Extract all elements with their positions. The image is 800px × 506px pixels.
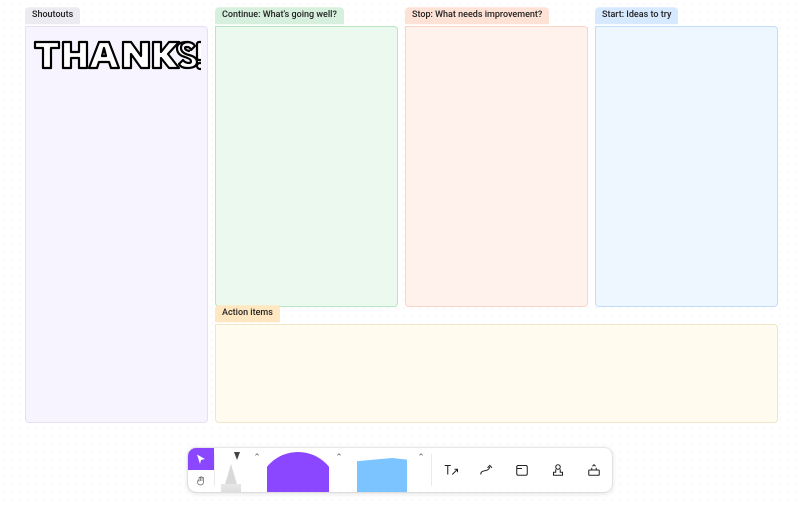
section-icon	[513, 461, 531, 479]
card-body-continue[interactable]	[215, 26, 398, 307]
card-tag-action[interactable]: Action items	[215, 305, 280, 322]
card-tag-stop[interactable]: Stop: What needs improvement?	[405, 7, 549, 24]
card-body-action[interactable]	[215, 324, 778, 423]
sticky-options-button[interactable]: ⌃	[411, 448, 431, 492]
card-body-shoutouts[interactable]	[25, 26, 208, 423]
chevron-up-icon: ⌃	[335, 454, 343, 463]
whiteboard-canvas[interactable]: Shoutouts Continue: What's going well? S…	[0, 0, 800, 506]
stamp-tool-button[interactable]	[540, 448, 576, 492]
hand-mode-button[interactable]	[188, 470, 214, 492]
mode-toggle	[188, 448, 214, 492]
pencil-options-button[interactable]: ⌃	[247, 448, 267, 492]
pencil-tool-button[interactable]	[215, 448, 247, 492]
card-start[interactable]: Start: Ideas to try	[595, 26, 778, 307]
sticky-note-icon	[357, 458, 407, 492]
more-tools-icon	[585, 461, 603, 479]
shape-options-button[interactable]: ⌃	[329, 448, 349, 492]
card-body-start[interactable]	[595, 26, 778, 307]
card-tag-continue[interactable]: Continue: What's going well?	[215, 7, 344, 24]
pencil-icon	[221, 464, 241, 492]
shape-icon	[267, 452, 329, 492]
section-tool-button[interactable]	[504, 448, 540, 492]
shape-tool-button[interactable]	[267, 448, 329, 492]
toolbar: ⌃ ⌃ ⌃	[188, 448, 612, 492]
pointer-mode-button[interactable]	[188, 448, 214, 470]
card-tag-start[interactable]: Start: Ideas to try	[595, 7, 678, 24]
handwritten-thanks	[31, 36, 201, 76]
sticky-tool-button[interactable]	[349, 448, 411, 492]
connector-icon	[477, 461, 495, 479]
text-icon	[441, 461, 459, 479]
more-tools-button[interactable]	[576, 448, 612, 492]
card-tag-shoutouts[interactable]: Shoutouts	[25, 7, 80, 24]
text-tool-button[interactable]	[432, 448, 468, 492]
card-body-stop[interactable]	[405, 26, 588, 307]
chevron-up-icon: ⌃	[417, 454, 425, 463]
card-shoutouts[interactable]: Shoutouts	[25, 26, 208, 423]
card-continue[interactable]: Continue: What's going well?	[215, 26, 398, 307]
hand-icon	[195, 475, 207, 487]
card-stop[interactable]: Stop: What needs improvement?	[405, 26, 588, 307]
card-action-items[interactable]: Action items	[215, 324, 778, 423]
connector-tool-button[interactable]	[468, 448, 504, 492]
stamp-icon	[549, 461, 567, 479]
pencil-tip-icon	[234, 452, 240, 460]
chevron-up-icon: ⌃	[253, 454, 261, 463]
pointer-icon	[195, 453, 207, 465]
